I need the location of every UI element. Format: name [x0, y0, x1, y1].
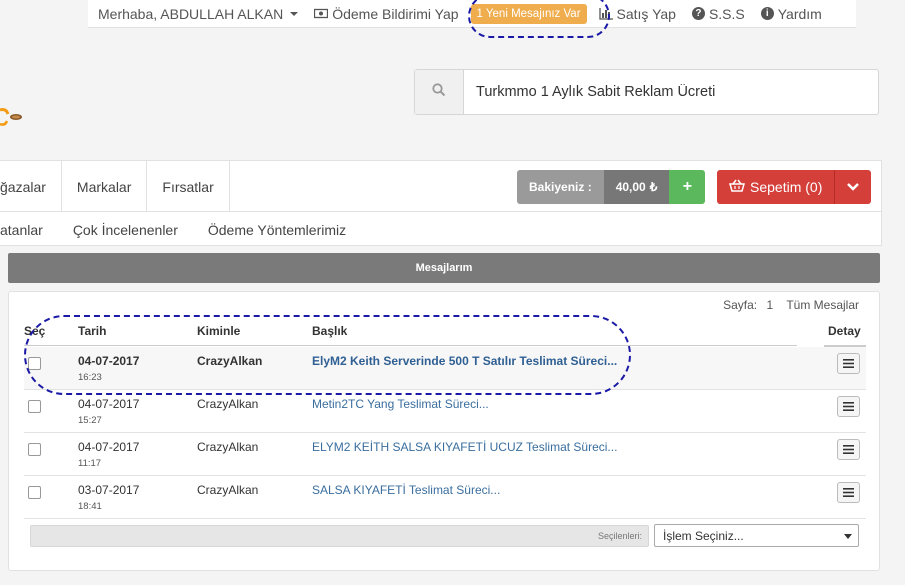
row-time: 11:17 [78, 458, 102, 469]
nav-row-secondary: atanlar Çok İncelenenler Ödeme Yöntemler… [0, 213, 346, 247]
messages-panel: Sayfa: 1 Tüm Mesajlar Seç Tarih Kiminle … [8, 291, 880, 571]
row-checkbox[interactable] [28, 400, 41, 413]
nav-link-deals[interactable]: Fırsatlar [147, 161, 230, 212]
sell-label: Satış Yap [616, 5, 676, 22]
cart-dropdown-button[interactable] [835, 170, 872, 204]
detail-button[interactable] [837, 396, 860, 417]
nav-link-most-viewed[interactable]: Çok İncelenenler [73, 222, 178, 238]
row-time: 16:23 [78, 372, 102, 383]
search-input[interactable] [464, 70, 878, 114]
balance-value-box: 40,00 ₺ [603, 170, 670, 204]
all-messages-link[interactable]: Tüm Mesajlar [786, 298, 859, 312]
row-date: 04-07-2017 [78, 354, 140, 368]
nav-link-brands[interactable]: Markalar [62, 161, 148, 212]
pager: Sayfa: 1 Tüm Mesajlar [723, 298, 859, 312]
nav-link-stores[interactable]: ğazalar [0, 161, 62, 212]
action-select[interactable]: İşlem Seçiniz... [654, 524, 859, 547]
top-bar: Merhaba, ABDULLAH ALKAN Ödeme Bildirimi … [88, 0, 856, 28]
row-subject-link[interactable]: Metin2TC Yang Teslimat Süreci... [312, 397, 489, 411]
selected-label: Seçilenleri: [597, 531, 642, 541]
table-row[interactable]: 04-07-2017 16:23 CrazyAlkan ElyM2 Keith … [24, 347, 866, 390]
detail-header-underline [824, 322, 866, 347]
faq-link[interactable]: ? S.S.S [684, 6, 753, 22]
header-divider [24, 345, 797, 346]
row-date: 03-07-2017 [78, 483, 140, 497]
menu-icon [843, 488, 854, 497]
help-label: Yardım [777, 5, 822, 22]
nav-link-best-sellers[interactable]: atanlar [0, 222, 43, 238]
sell-link[interactable]: Satış Yap [591, 6, 684, 22]
row-subject-link[interactable]: ELYM2 KEİTH SALSA KIYAFETİ UCUZ Teslimat… [312, 440, 617, 454]
payment-notice-link[interactable]: Ödeme Bildirimi Yap [306, 6, 466, 22]
row-checkbox[interactable] [28, 443, 41, 456]
row-subject-link[interactable]: SALSA KIYAFETİ Teslimat Süreci... [312, 483, 500, 497]
column-date: Tarih [78, 324, 107, 338]
user-menu[interactable]: Merhaba, ABDULLAH ALKAN [88, 6, 306, 22]
info-icon: i [760, 7, 774, 20]
search-bar [414, 69, 879, 115]
help-link[interactable]: i Yardım [753, 6, 830, 22]
caret-down-icon [844, 534, 852, 539]
table-row[interactable]: 04-07-2017 15:27 CrazyAlkan Metin2TC Yan… [24, 390, 866, 433]
menu-icon [843, 359, 854, 368]
row-time: 15:27 [78, 415, 102, 426]
user-greeting: Merhaba, ABDULLAH ALKAN [98, 5, 284, 22]
bar-chart-icon [598, 7, 613, 21]
page-number[interactable]: 1 [767, 298, 774, 312]
detail-button[interactable] [837, 482, 860, 503]
caret-down-icon [290, 11, 299, 16]
basket-icon [729, 179, 745, 195]
row-date: 04-07-2017 [78, 397, 140, 411]
menu-icon [843, 402, 854, 411]
new-message-badge[interactable]: 1 Yeni Mesajınız Var [470, 3, 587, 24]
column-select: Seç [24, 324, 46, 338]
messages-header: Mesajlarım [8, 253, 880, 283]
nav-link-payment-methods[interactable]: Ödeme Yöntemlerimiz [208, 222, 346, 238]
balance-widget: Bakiyeniz : 40,00 ₺ + [517, 170, 706, 204]
table-row[interactable]: 03-07-2017 18:41 CrazyAlkan SALSA KIYAFE… [24, 476, 866, 519]
bulk-action-bar: Seçilenleri: [30, 525, 649, 547]
column-subject: Başlık [312, 324, 348, 338]
faq-label: S.S.S [708, 5, 745, 22]
row-checkbox[interactable] [28, 486, 41, 499]
navigation-panel: ğazalar Markalar Fırsatlar atanlar Çok İ… [0, 160, 882, 246]
row-with: CrazyAlkan [197, 354, 263, 368]
cart-widget: Sepetim (0) [717, 170, 872, 204]
row-time: 18:41 [78, 501, 102, 512]
chevron-down-icon [847, 178, 860, 196]
balance-label: Bakiyeniz : [517, 170, 604, 204]
search-button[interactable] [415, 70, 464, 114]
balance-value: 40,00 [615, 180, 646, 194]
cart-label: Sepetim (0) [750, 179, 823, 195]
question-icon: ? [691, 7, 705, 20]
search-icon [432, 82, 446, 102]
row-with: CrazyAlkan [197, 483, 259, 497]
menu-icon [843, 445, 854, 454]
cart-button[interactable]: Sepetim (0) [717, 170, 836, 204]
add-balance-button[interactable]: + [669, 170, 706, 204]
site-logo[interactable] [0, 106, 24, 134]
row-checkbox[interactable] [28, 357, 41, 370]
row-with: CrazyAlkan [197, 440, 259, 454]
row-with: CrazyAlkan [197, 397, 259, 411]
detail-button[interactable] [837, 439, 860, 460]
lira-icon: ₺ [649, 180, 658, 194]
detail-button[interactable] [837, 353, 860, 374]
table-row[interactable]: 04-07-2017 11:17 CrazyAlkan ELYM2 KEİTH … [24, 433, 866, 476]
action-select-value: İşlem Seçiniz... [663, 529, 744, 543]
money-icon [314, 7, 329, 21]
row-date: 04-07-2017 [78, 440, 140, 454]
row-subject-link[interactable]: ElyM2 Keith Serverinde 500 T Satılır Tes… [312, 354, 617, 368]
column-with: Kiminle [197, 324, 241, 338]
page-label: Sayfa: [723, 298, 758, 312]
payment-notice-label: Ödeme Bildirimi Yap [332, 5, 459, 22]
